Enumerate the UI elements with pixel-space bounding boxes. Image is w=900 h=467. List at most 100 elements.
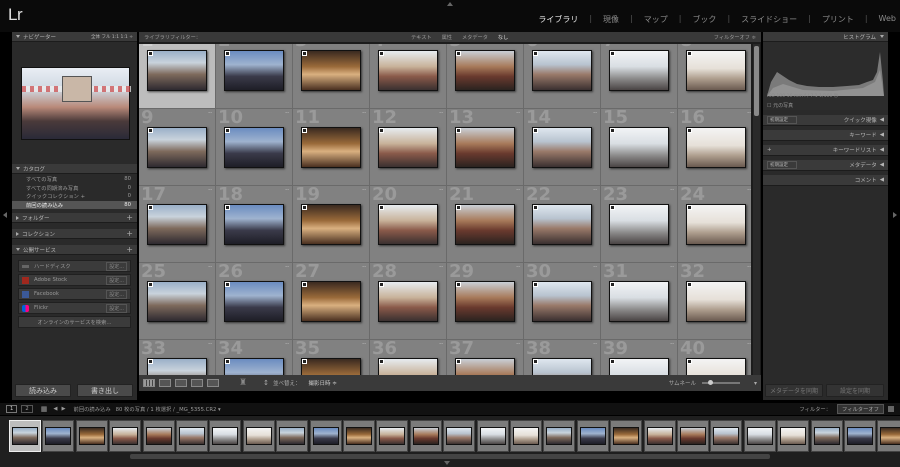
photo-thumbnail[interactable] (686, 127, 746, 168)
grid-cell[interactable]: 19 ·· (293, 184, 370, 263)
photo-thumbnail[interactable] (532, 358, 592, 375)
grid-cell[interactable]: 10 ·· (216, 107, 293, 186)
photo-thumbnail[interactable] (301, 127, 361, 168)
service-settings-button[interactable]: 設定... (106, 289, 127, 299)
grid-cell[interactable]: 11 ·· (293, 107, 370, 186)
photo-thumbnail[interactable] (455, 127, 515, 168)
slider-handle[interactable] (707, 380, 713, 385)
photo-thumbnail[interactable] (686, 358, 746, 375)
more-options-icon[interactable]: ·· (362, 265, 366, 271)
grid-cell[interactable]: 15 ·· (601, 107, 678, 186)
filmstrip-thumbnail[interactable] (276, 420, 309, 452)
module-library[interactable]: ライブラリ (538, 14, 578, 25)
grid-cell[interactable]: 31 ·· (601, 261, 678, 340)
more-options-icon[interactable]: ·· (593, 265, 597, 271)
more-options-icon[interactable]: ·· (670, 111, 674, 117)
grid-cell[interactable]: 26 ·· (216, 261, 293, 340)
import-button[interactable]: 読み込み (15, 384, 71, 397)
grid-cell[interactable]: 40 ·· (678, 338, 751, 375)
photo-thumbnail[interactable] (455, 358, 515, 375)
module-develop[interactable]: 現像 (603, 14, 619, 25)
more-options-icon[interactable]: ·· (670, 342, 674, 348)
navigator-preview[interactable] (21, 67, 131, 140)
module-map[interactable]: マップ (644, 14, 668, 25)
photo-thumbnail[interactable] (609, 204, 669, 245)
grid-cell[interactable]: 13 ·· (447, 107, 524, 186)
collapse-top-icon[interactable] (447, 2, 453, 6)
quick-develop-header[interactable]: 初期設定 クイック現像 ◀ (763, 115, 888, 126)
photo-thumbnail[interactable] (147, 127, 207, 168)
catalog-item-all-photos[interactable]: すべての写真 80 (12, 175, 137, 184)
grid-cell[interactable]: 22 ·· (524, 184, 601, 263)
service-hard-drive[interactable]: ハードディスク 設定... (18, 260, 131, 272)
photo-thumbnail[interactable] (609, 127, 669, 168)
grid-cell[interactable]: 29 ·· (447, 261, 524, 340)
more-options-icon[interactable]: ·· (747, 342, 751, 348)
photo-thumbnail[interactable] (378, 281, 438, 322)
more-options-icon[interactable]: ·· (593, 188, 597, 194)
module-book[interactable]: ブック (692, 14, 716, 25)
collapse-right-icon[interactable] (893, 212, 897, 218)
filmstrip-thumbnail[interactable] (409, 420, 442, 452)
service-flickr[interactable]: Flickr 設定... (18, 302, 131, 314)
filter-text-tab[interactable]: テキスト (411, 34, 432, 41)
main-window-button[interactable]: 1 (6, 405, 18, 413)
grid-cell[interactable]: 36 ·· (370, 338, 447, 375)
more-options-icon[interactable]: ·· (516, 111, 520, 117)
grid-mini-icon[interactable]: ▦ (41, 405, 48, 413)
keywording-header[interactable]: キーワード ◀ (763, 130, 888, 141)
more-options-icon[interactable]: ·· (670, 188, 674, 194)
sync-metadata-button[interactable]: メタデータを同期 (765, 384, 823, 397)
photo-thumbnail[interactable] (532, 204, 592, 245)
preset-dropdown[interactable]: 初期設定 (767, 116, 797, 124)
grid-cell[interactable]: 35 ·· (293, 338, 370, 375)
filmstrip-thumbnail[interactable] (610, 420, 643, 452)
sync-settings-button[interactable]: 設定を同期 (826, 384, 884, 397)
filmstrip-thumbnail[interactable] (376, 420, 409, 452)
photo-thumbnail[interactable] (532, 281, 592, 322)
grid-cell[interactable]: 30 ·· (524, 261, 601, 340)
catalog-item-previous-import[interactable]: 前回の読み込み 80 (12, 200, 137, 209)
filter-attribute-tab[interactable]: 属性 (442, 34, 452, 41)
people-view-icon[interactable] (207, 379, 219, 387)
more-options-icon[interactable]: ·· (362, 188, 366, 194)
add-collection-icon[interactable]: + (126, 229, 133, 238)
photo-thumbnail[interactable] (147, 204, 207, 245)
service-settings-button[interactable]: 設定... (106, 275, 127, 285)
more-options-icon[interactable]: ·· (593, 111, 597, 117)
module-slideshow[interactable]: スライドショー (741, 14, 797, 25)
folders-header[interactable]: フォルダー + (12, 213, 137, 223)
more-options-icon[interactable]: ·· (516, 188, 520, 194)
filmstrip-thumbnail[interactable] (476, 420, 509, 452)
grid-cell[interactable]: 33 ·· (139, 338, 216, 375)
photo-thumbnail[interactable] (686, 204, 746, 245)
grid-cell[interactable]: 34 ·· (216, 338, 293, 375)
grid-cell[interactable]: 2·· (216, 44, 293, 109)
grid-cell[interactable]: 12 ·· (370, 107, 447, 186)
forward-arrow-icon[interactable]: ▶ (61, 406, 65, 412)
photo-thumbnail[interactable] (609, 50, 669, 91)
filmstrip-thumbnail[interactable] (209, 420, 242, 452)
more-options-icon[interactable]: ·· (362, 342, 366, 348)
collapse-bottom-icon[interactable] (444, 461, 450, 465)
comments-header[interactable]: コメント ◀ (763, 175, 888, 186)
photo-thumbnail[interactable] (455, 50, 515, 91)
filmstrip-thumbnail[interactable] (109, 420, 142, 452)
grid-cell[interactable]: 16 ·· (678, 107, 751, 186)
original-photo-toggle[interactable]: ☐ 元の写真 (767, 102, 793, 109)
more-options-icon[interactable]: ·· (439, 188, 443, 194)
filmstrip-info[interactable]: 80 枚の写真 / 1 枚選択 / _MG_5355.CR2 ▾ (116, 405, 221, 413)
photo-thumbnail[interactable] (609, 358, 669, 375)
more-options-icon[interactable]: ·· (208, 188, 212, 194)
filmstrip-thumbnail[interactable] (777, 420, 810, 452)
service-adobe-stock[interactable]: Adobe Stock 設定... (18, 274, 131, 286)
service-facebook[interactable]: Facebook 設定... (18, 288, 131, 300)
photo-thumbnail[interactable] (147, 358, 207, 375)
more-options-icon[interactable]: ·· (285, 342, 289, 348)
more-options-icon[interactable]: ·· (285, 188, 289, 194)
photo-thumbnail[interactable] (301, 281, 361, 322)
filmstrip-thumbnail[interactable] (142, 420, 175, 452)
filmstrip-thumbnail[interactable] (9, 420, 41, 452)
photo-thumbnail[interactable] (224, 127, 284, 168)
metadata-header[interactable]: 初期設定 メタデータ ◀ (763, 160, 888, 171)
